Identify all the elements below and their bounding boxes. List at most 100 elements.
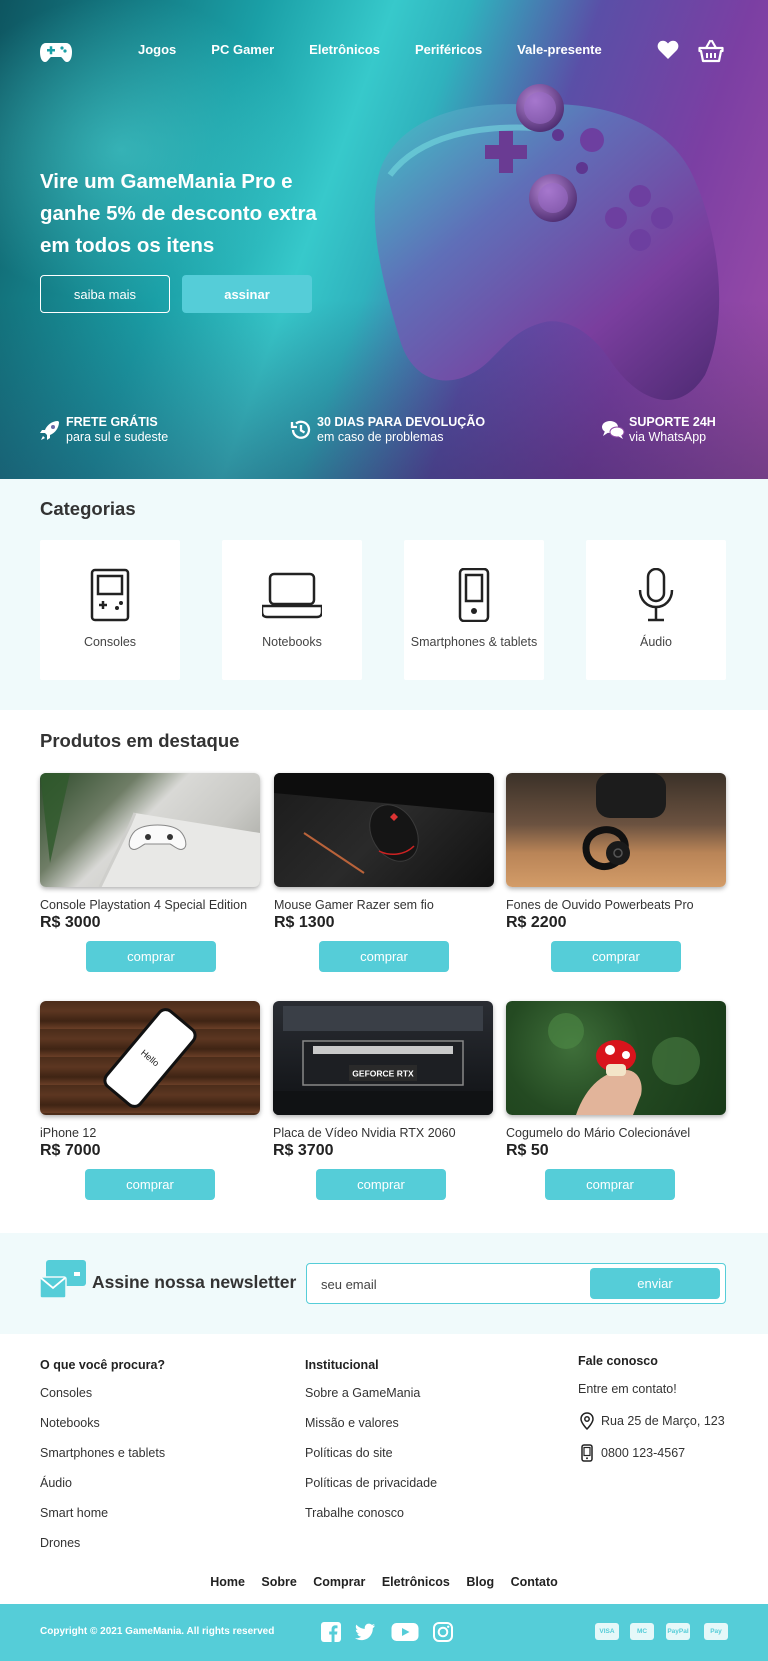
feature-subtitle: via WhatsApp [629,430,707,444]
product-image-iphone[interactable]: Hello [40,1001,260,1115]
footer-link-mission[interactable]: Missão e valores [305,1416,437,1431]
nav-item-perifericos[interactable]: Periféricos [415,42,482,57]
contact-address-text: Rua 25 de Março, 123 [601,1414,725,1428]
iphone-illustration: Hello [103,1008,197,1108]
email-input[interactable] [321,1274,581,1294]
nav-item-pc-gamer[interactable]: PC Gamer [211,42,274,57]
category-label: Consoles [83,635,137,649]
instagram-icon[interactable] [432,1621,454,1643]
footer-link-policies[interactable]: Políticas do site [305,1446,437,1461]
rocket-icon [40,421,59,440]
category-label: Notebooks [262,635,322,649]
heart-icon[interactable] [656,38,680,62]
feature-title: SUPORTE 24H [629,415,716,429]
product-price: R$ 3000 [40,914,101,931]
hero-title: Vire um GameMania Pro e ganhe 5% de desc… [40,170,317,257]
feature-free-shipping: FRETE GRÁTIS para sul e sudeste [38,415,168,445]
product-card: Mouse Gamer Razer sem fio R$ 1300 compra… [274,773,496,972]
buy-button[interactable]: comprar [85,1169,215,1200]
category-card-consoles[interactable]: Consoles [40,540,180,680]
product-image-ps4[interactable] [40,773,260,887]
category-label: Smartphones & tablets [410,635,538,649]
footer-link-privacy[interactable]: Políticas de privacidade [305,1476,437,1491]
paypal-icon: PayPal [666,1623,690,1640]
contact-address: Rua 25 de Março, 123 [578,1412,725,1430]
feature-returns: 30 DIAS PARA DEVOLUÇÃO em caso de proble… [289,415,485,445]
feature-title: 30 DIAS PARA DEVOLUÇÃO [317,415,486,429]
youtube-icon[interactable] [391,1621,419,1643]
product-card: Console Playstation 4 Special Edition R$… [40,773,262,972]
buy-button[interactable]: comprar [551,941,681,972]
copyright-text: Copyright © 2021 GameMania. All rights r… [40,1626,275,1637]
twitter-icon[interactable] [354,1621,376,1643]
product-image-mushroom[interactable] [506,1001,726,1115]
footer-nav-sobre[interactable]: Sobre [261,1575,296,1589]
microphone-icon [638,568,674,622]
footer-nav-home[interactable]: Home [210,1575,245,1589]
applepay-icon: Pay [704,1623,728,1640]
facebook-icon[interactable] [320,1621,342,1643]
product-image-rtx[interactable]: GEFORCE RTX [273,1001,493,1115]
learn-more-button[interactable]: saiba mais [40,275,170,313]
buy-button[interactable]: comprar [86,941,216,972]
categories-section: Categorias Consoles Notebooks Smartphone… [0,479,768,710]
nav-item-jogos[interactable]: Jogos [138,42,176,57]
feature-subtitle: para sul e sudeste [66,430,169,444]
footer-link-notebooks[interactable]: Notebooks [40,1416,165,1431]
contact-intro: Entre em contato! [578,1382,677,1396]
footer-nav-blog[interactable]: Blog [466,1575,494,1589]
category-card-audio[interactable]: Áudio [586,540,726,680]
footer-link-about[interactable]: Sobre a GameMania [305,1386,437,1401]
nav-item-eletronicos[interactable]: Eletrônicos [309,42,380,57]
buy-button[interactable]: comprar [319,941,449,972]
footer-column-search: O que você procura? Consoles Notebooks S… [40,1358,165,1566]
location-pin-icon [580,1412,594,1430]
footer-link-drones[interactable]: Drones [40,1536,165,1551]
footer-column-title: O que você procura? [40,1358,166,1372]
newsletter-title: Assine nossa newsletter [92,1272,297,1292]
newsletter-section: Assine nossa newsletter enviar [0,1233,768,1334]
footer-link-audio[interactable]: Áudio [40,1476,165,1491]
product-price: R$ 1300 [274,914,335,931]
send-button[interactable]: enviar [590,1268,720,1299]
mastercard-icon: MC [630,1623,654,1640]
product-price: R$ 50 [506,1142,549,1159]
product-card: Cogumelo do Mário Colecionável R$ 50 com… [506,1001,728,1200]
footer-link-consoles[interactable]: Consoles [40,1386,165,1401]
phone-icon [581,1444,593,1462]
footer-column-institutional: Institucional Sobre a GameMania Missão e… [305,1358,437,1536]
buy-button[interactable]: comprar [316,1169,446,1200]
product-price: R$ 7000 [40,1142,101,1159]
footer-nav-comprar[interactable]: Comprar [313,1575,365,1589]
product-name: Mouse Gamer Razer sem fio [274,898,434,912]
visa-icon: VISA [595,1623,619,1640]
contact-phone: 0800 123-4567 [578,1444,725,1462]
top-navigation: Jogos PC Gamer Eletrônicos Periféricos V… [0,0,768,100]
footer-link-careers[interactable]: Trabalhe conosco [305,1506,437,1521]
product-image-mouse[interactable] [274,773,494,887]
category-card-notebooks[interactable]: Notebooks [222,540,362,680]
basket-icon[interactable] [698,38,724,64]
earbuds-illustration [582,773,666,871]
ps4-illustration [40,773,260,887]
footer-column-title: Institucional [305,1358,379,1372]
footer-link-smart-home[interactable]: Smart home [40,1506,165,1521]
nav-item-vale-presente[interactable]: Vale-presente [517,42,602,57]
contact-phone-text: 0800 123-4567 [601,1446,686,1460]
gameboy-icon [90,568,130,622]
footer-nav-eletronicos[interactable]: Eletrônicos [382,1575,450,1589]
category-card-smartphones[interactable]: Smartphones & tablets [404,540,544,680]
footer-nav-contato[interactable]: Contato [511,1575,558,1589]
newsletter-mail-icon [40,1260,86,1299]
gpu-illustration: GEFORCE RTX [273,1006,493,1115]
smartphone-icon [458,568,490,622]
subscribe-button[interactable]: assinar [182,275,312,313]
gamepad-logo-icon[interactable] [40,40,72,64]
buy-button[interactable]: comprar [545,1169,675,1200]
featured-products-section: Produtos em destaque Console Playstation… [0,710,768,1233]
product-card: GEFORCE RTX Placa de Vídeo Nvidia RTX 20… [273,1001,495,1200]
product-image-powerbeats[interactable] [506,773,726,887]
mouse-illustration [274,773,494,874]
footer-link-smartphones[interactable]: Smartphones e tablets [40,1446,165,1461]
footer: O que você procura? Consoles Notebooks S… [0,1334,768,1604]
